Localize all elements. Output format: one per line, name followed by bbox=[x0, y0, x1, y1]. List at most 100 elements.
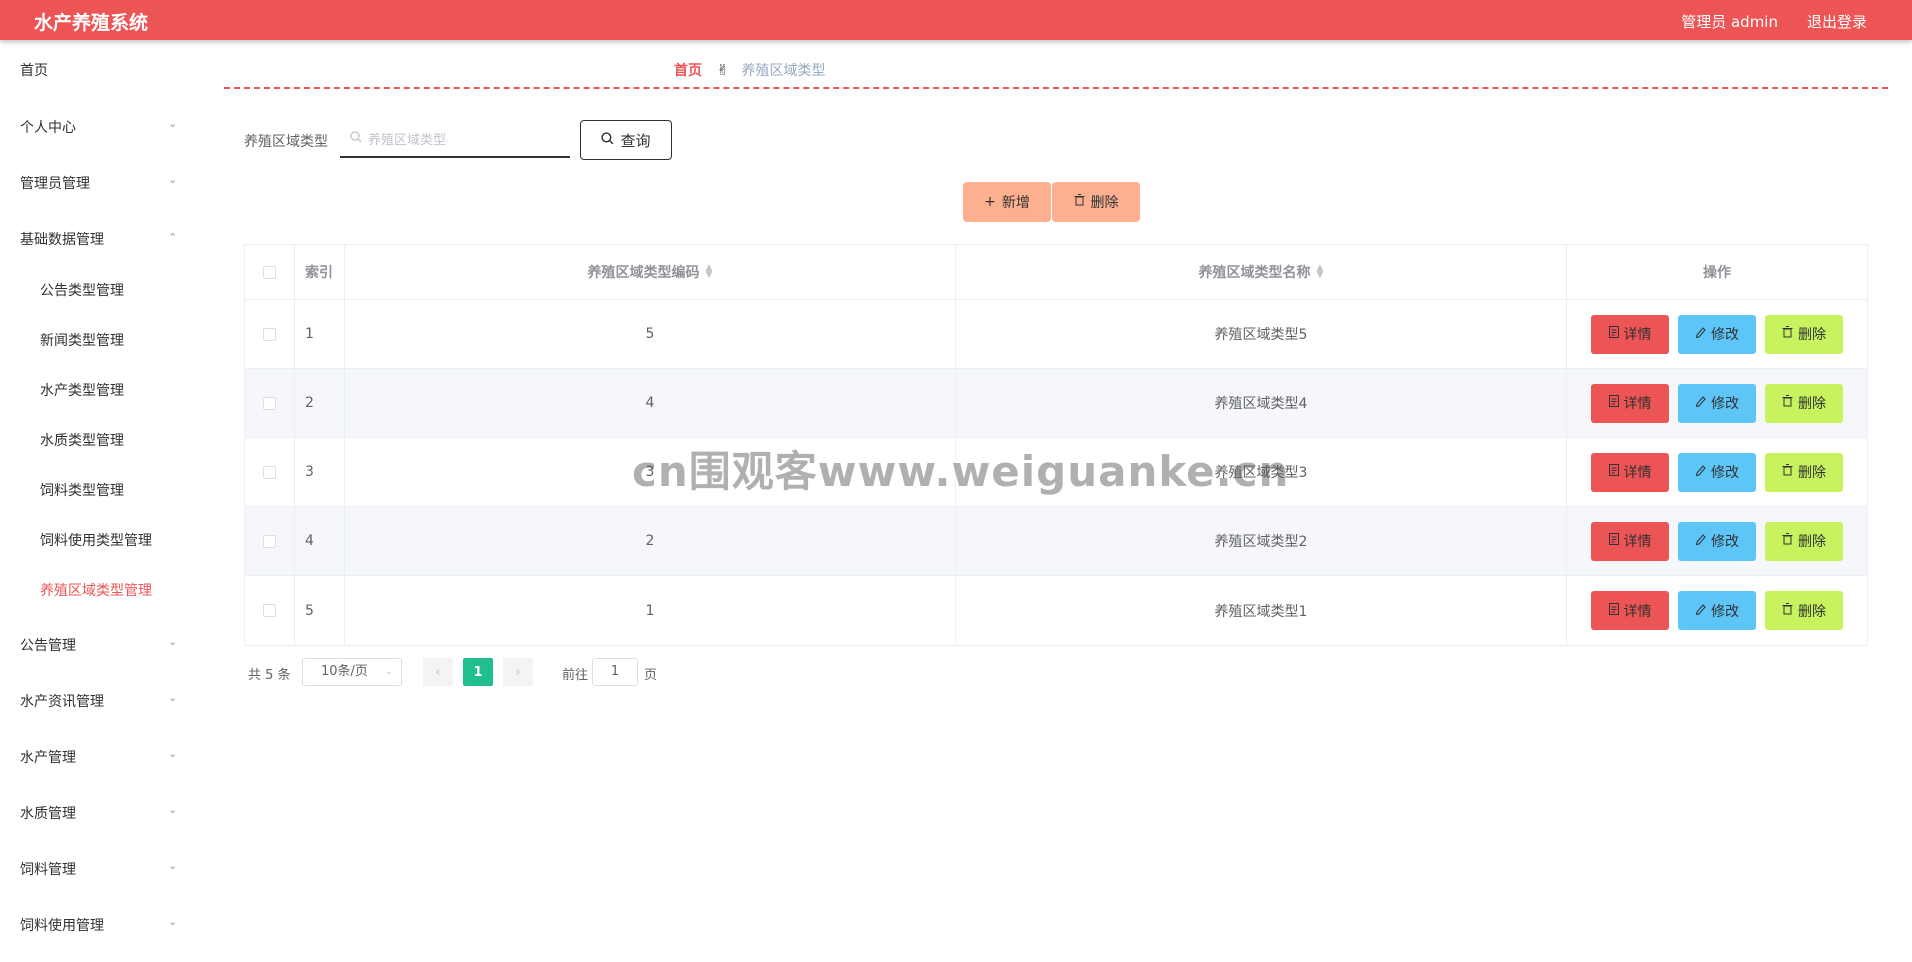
row-checkbox[interactable] bbox=[263, 465, 276, 479]
cell-ops: 详情 修改 删除 bbox=[1567, 576, 1867, 645]
detail-button-label: 详情 bbox=[1623, 465, 1652, 481]
cell-index: 4 bbox=[295, 507, 345, 575]
chevron-down-icon: ⌄ bbox=[384, 666, 393, 677]
row-checkbox[interactable] bbox=[263, 327, 276, 341]
column-header-name-label: 养殖区域类型名称 bbox=[1198, 265, 1311, 281]
sidebar-subitem-water-quality-type[interactable]: 水质类型管理 bbox=[40, 430, 124, 450]
logout-button[interactable]: 退出登录 bbox=[1807, 11, 1867, 32]
sidebar-item-aquatic-management[interactable]: 水产管理 bbox=[20, 747, 76, 767]
delete-button[interactable]: 删除 bbox=[1765, 452, 1843, 492]
cell-name: 养殖区域类型2 bbox=[956, 507, 1567, 575]
query-button[interactable]: 查询 bbox=[580, 120, 672, 160]
detail-button-label: 详情 bbox=[1623, 603, 1652, 620]
add-button[interactable]: + 新增 bbox=[963, 182, 1051, 222]
detail-button[interactable]: 详情 bbox=[1591, 383, 1669, 423]
query-button-label: 查询 bbox=[620, 131, 651, 150]
edit-button[interactable]: 修改 bbox=[1678, 591, 1756, 630]
chevron-down-icon: ⌄ bbox=[168, 173, 178, 186]
cell-name: 养殖区域类型3 bbox=[956, 438, 1567, 506]
search-label: 养殖区域类型 bbox=[244, 134, 328, 150]
delete-button-label: 删除 bbox=[1798, 327, 1826, 343]
detail-button[interactable]: 详情 bbox=[1591, 314, 1669, 354]
table-header: 索引 养殖区域类型编码 ▲ ▼ 养殖区域类型名称 ▲ ▼ 操作 bbox=[245, 245, 1867, 300]
table-row: 4 2 养殖区域类型2 详情 修改 删除 bbox=[245, 507, 1867, 576]
sort-icon[interactable]: ▲ ▼ bbox=[1317, 264, 1324, 280]
edit-button[interactable]: 修改 bbox=[1678, 521, 1756, 561]
data-table: 索引 养殖区域类型编码 ▲ ▼ 养殖区域类型名称 ▲ ▼ 操作 1 5 养殖区域类型5 详… bbox=[244, 244, 1868, 646]
goto-page-input[interactable]: 1 bbox=[592, 658, 638, 686]
row-checkbox[interactable] bbox=[263, 396, 276, 410]
cell-ops: 详情 修改 删除 bbox=[1567, 369, 1867, 437]
table-row: 1 5 养殖区域类型5 详情 修改 删除 bbox=[245, 300, 1867, 369]
edit-button-label: 修改 bbox=[1711, 396, 1739, 412]
sidebar-subitem-breeding-area-type[interactable]: 养殖区域类型管理 bbox=[40, 580, 152, 600]
sidebar-item-notice-management[interactable]: 公告管理 bbox=[20, 635, 76, 655]
plus-icon: + bbox=[984, 194, 996, 210]
cell-ops: 详情 修改 删除 bbox=[1567, 438, 1867, 506]
delete-button[interactable]: 删除 bbox=[1765, 383, 1843, 423]
search-field bbox=[340, 122, 570, 158]
chevron-down-icon: ⌄ bbox=[168, 117, 178, 130]
cell-ops: 详情 修改 删除 bbox=[1567, 300, 1867, 368]
sidebar-item-personal-center[interactable]: 个人中心 bbox=[20, 117, 76, 137]
edit-button[interactable]: 修改 bbox=[1678, 452, 1756, 492]
cell-name: 养殖区域类型1 bbox=[956, 576, 1567, 645]
delete-button[interactable]: 删除 bbox=[1765, 521, 1843, 561]
detail-button[interactable]: 详情 bbox=[1591, 452, 1669, 492]
page-number-current[interactable]: 1 bbox=[463, 658, 493, 686]
sidebar-subitem-aquatic-type[interactable]: 水产类型管理 bbox=[40, 380, 124, 400]
sidebar-subitem-news-type[interactable]: 新闻类型管理 bbox=[40, 330, 124, 350]
breadcrumb-home[interactable]: 首页 bbox=[674, 63, 702, 79]
trash-icon bbox=[1782, 602, 1793, 619]
sidebar-item-water-quality[interactable]: 水质管理 bbox=[20, 803, 76, 823]
app-title: 水产养殖系统 bbox=[34, 12, 149, 34]
search-input[interactable] bbox=[368, 128, 563, 152]
page-size-value: 10条/页 bbox=[321, 664, 368, 679]
chevron-right-icon: › bbox=[515, 664, 521, 680]
edit-icon bbox=[1695, 395, 1706, 411]
edit-button[interactable]: 修改 bbox=[1678, 314, 1756, 354]
delete-button[interactable]: 删除 bbox=[1765, 314, 1843, 354]
cell-index: 2 bbox=[295, 369, 345, 437]
sidebar-subitem-feed-usage-type[interactable]: 饲料使用类型管理 bbox=[40, 530, 152, 550]
sidebar-subitem-feed-type[interactable]: 饲料类型管理 bbox=[40, 480, 124, 500]
sidebar-item-feed-management[interactable]: 饲料管理 bbox=[20, 859, 76, 879]
edit-icon bbox=[1695, 464, 1706, 480]
chevron-up-icon: ⌃ bbox=[168, 231, 178, 244]
goto-page-suffix: 页 bbox=[644, 668, 658, 683]
document-icon bbox=[1608, 464, 1619, 480]
column-header-code[interactable]: 养殖区域类型编码 ▲ ▼ bbox=[345, 245, 956, 299]
detail-button[interactable]: 详情 bbox=[1591, 591, 1669, 630]
next-page-button[interactable]: › bbox=[503, 658, 533, 686]
search-icon bbox=[601, 131, 614, 149]
select-all-checkbox[interactable] bbox=[263, 265, 276, 279]
chevron-left-icon: ‹ bbox=[435, 664, 441, 680]
delete-button[interactable]: 删除 bbox=[1765, 591, 1843, 630]
sort-icon[interactable]: ▲ ▼ bbox=[706, 264, 713, 280]
edit-button[interactable]: 修改 bbox=[1678, 383, 1756, 423]
page-size-select[interactable]: 10条/页 ⌄ bbox=[302, 658, 402, 686]
divider bbox=[224, 87, 1888, 89]
sidebar-item-aquatic-news[interactable]: 水产资讯管理 bbox=[20, 691, 104, 711]
cell-index: 5 bbox=[295, 576, 345, 645]
edit-button-label: 修改 bbox=[1711, 603, 1739, 620]
prev-page-button[interactable]: ‹ bbox=[423, 658, 453, 686]
sidebar-item-admin-management[interactable]: 管理员管理 bbox=[20, 173, 90, 193]
cell-name: 养殖区域类型4 bbox=[956, 369, 1567, 437]
search-icon bbox=[350, 131, 362, 147]
sidebar-item-feed-usage[interactable]: 饲料使用管理 bbox=[20, 915, 104, 935]
edit-button-label: 修改 bbox=[1711, 534, 1739, 550]
sidebar-item-base-data[interactable]: 基础数据管理 bbox=[20, 229, 104, 249]
batch-delete-button[interactable]: 删除 bbox=[1052, 182, 1140, 222]
detail-button[interactable]: 详情 bbox=[1591, 521, 1669, 561]
column-header-name[interactable]: 养殖区域类型名称 ▲ ▼ bbox=[956, 245, 1567, 299]
sidebar-item-home[interactable]: 首页 bbox=[20, 60, 48, 80]
sidebar-subitem-notice-type[interactable]: 公告类型管理 bbox=[40, 280, 124, 300]
row-checkbox[interactable] bbox=[263, 604, 276, 617]
document-icon bbox=[1608, 602, 1619, 619]
table-row: 5 1 养殖区域类型1 详情 修改 删除 bbox=[245, 576, 1867, 645]
cell-index: 1 bbox=[295, 300, 345, 368]
chevron-down-icon: ⌄ bbox=[168, 747, 178, 760]
row-checkbox[interactable] bbox=[263, 534, 276, 548]
edit-icon bbox=[1695, 533, 1706, 549]
